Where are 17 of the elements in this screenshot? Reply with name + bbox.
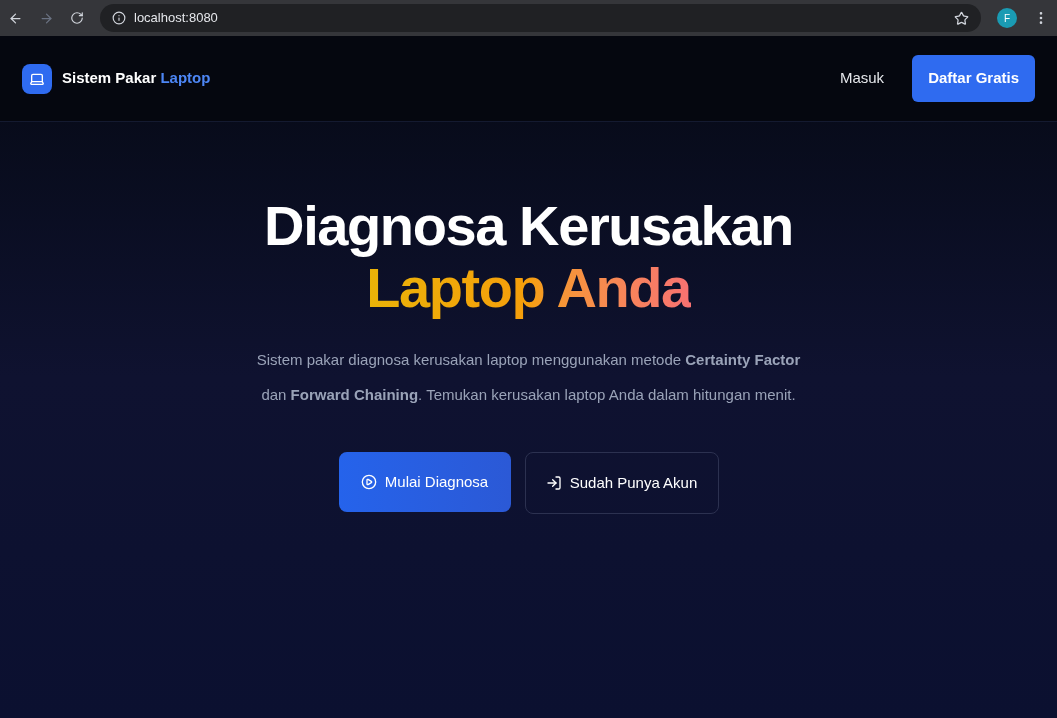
address-bar[interactable]: localhost:8080 (100, 4, 981, 32)
url-text: localhost:8080 (134, 9, 218, 28)
info-icon (112, 11, 126, 25)
signup-button[interactable]: Daftar Gratis (912, 55, 1035, 102)
play-icon (360, 474, 377, 490)
bookmark-icon[interactable] (954, 10, 969, 26)
login-icon (545, 475, 562, 491)
login-button[interactable]: Sudah Punya Akun (524, 452, 719, 514)
hero-description: Sistem pakar diagnosa kerusakan laptop menggunakan metode Certainty Factor dan Forward Chaining. Temukan kerusakan laptop Anda dalam hitungan menit. (255, 350, 802, 405)
start-diagnosis-button[interactable]: Mulai Diagnosa (338, 452, 511, 512)
hero-title: Diagnosa Kerusakan (264, 196, 793, 256)
forward-icon[interactable] (39, 10, 54, 26)
laptop-logo-icon (22, 63, 52, 94)
brand-name[interactable]: Sistem Pakar Laptop (62, 67, 211, 90)
back-icon[interactable] (8, 10, 23, 26)
reload-icon[interactable] (70, 11, 84, 25)
login-link[interactable]: Masuk (827, 59, 897, 98)
